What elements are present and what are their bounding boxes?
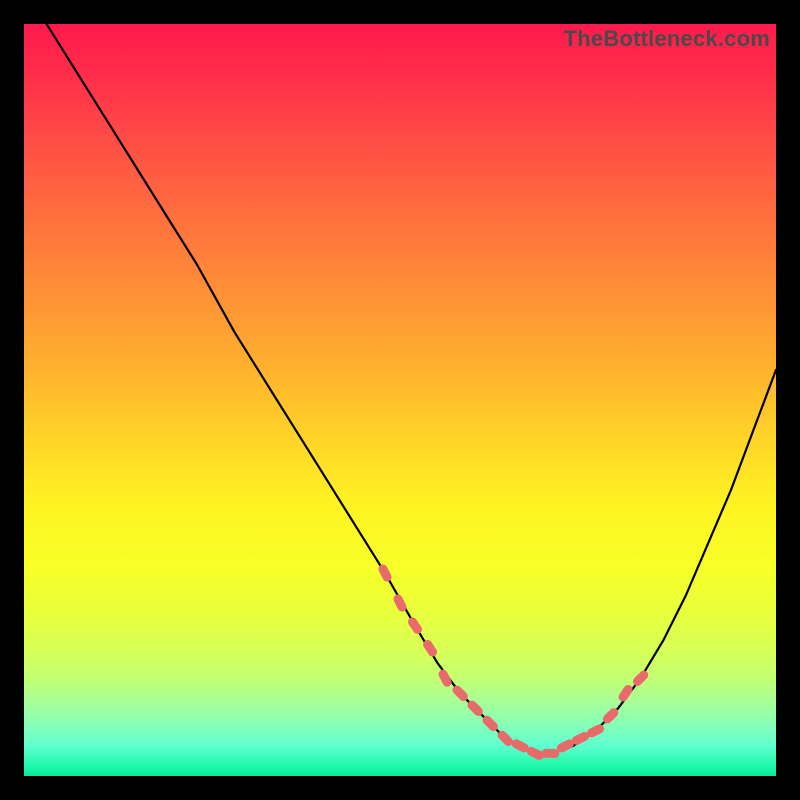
chart-frame: TheBottleneck.com — [24, 24, 776, 776]
chart-svg — [24, 24, 776, 776]
curve-marker — [631, 669, 650, 688]
watermark-text: TheBottleneck.com — [564, 26, 770, 52]
curve-marker — [406, 616, 423, 636]
curve-marker — [541, 749, 559, 758]
bottleneck-curve — [47, 24, 776, 753]
curve-marker — [437, 668, 453, 688]
marker-group — [377, 563, 650, 762]
curve-marker — [617, 683, 634, 703]
